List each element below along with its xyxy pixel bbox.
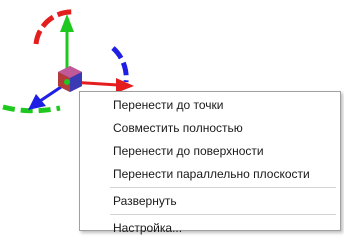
menu-item-move-to-surface[interactable]: Перенести до поверхности: [80, 140, 340, 163]
menu-item-move-parallel-plane[interactable]: Перенести параллельно плоскости: [80, 163, 340, 186]
rotate-arc-blue-icon[interactable]: [111, 46, 129, 83]
menu-item-align-fully[interactable]: Совместить полностью: [80, 117, 340, 140]
axis-z-line[interactable]: [39, 83, 65, 103]
menu-separator: [110, 187, 336, 188]
axis-y-arrowhead-icon[interactable]: [60, 14, 74, 32]
menu-item-rotate[interactable]: Развернуть: [80, 190, 340, 213]
context-menu: Перенести до точки Совместить полностью …: [79, 91, 341, 235]
menu-separator: [110, 214, 336, 215]
menu-item-move-to-point[interactable]: Перенести до точки: [80, 94, 340, 117]
origin-point: [64, 79, 70, 85]
viewport: Перенести до точки Совместить полностью …: [0, 0, 344, 235]
axis-z-arrowhead-icon[interactable]: [28, 94, 46, 110]
menu-item-settings[interactable]: Настройка...: [80, 217, 340, 240]
